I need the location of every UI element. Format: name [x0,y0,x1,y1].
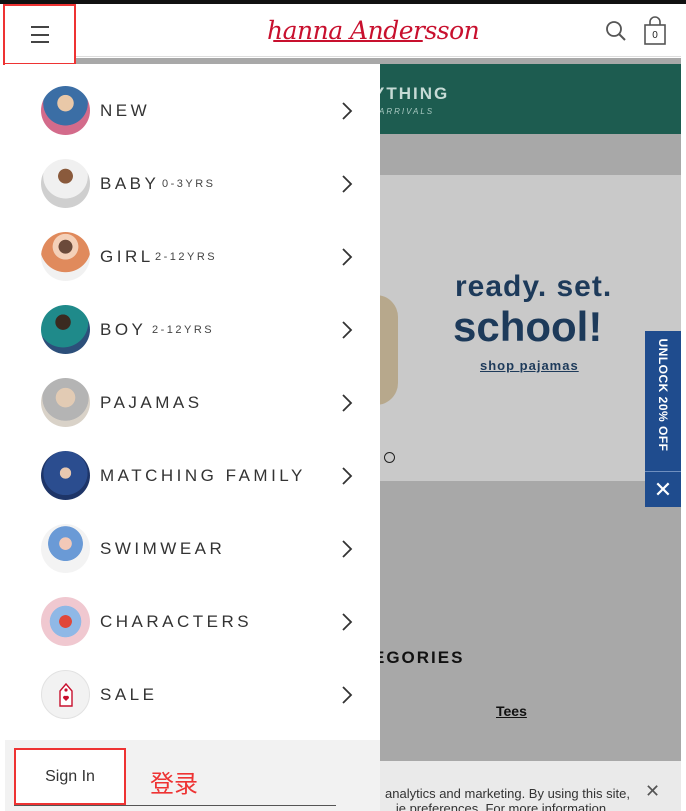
nav-item-swimwear[interactable]: SWIMWEAR [5,512,380,585]
nav-item-girl[interactable]: GIRL 2-12YRS [5,220,380,293]
nav-item-label: SALE [100,684,158,704]
nav-item-age-range: 2-12YRS [155,250,218,263]
chevron-right-icon [342,247,353,266]
cart-count: 0 [652,30,658,41]
nav-item-sale[interactable]: SALE [5,658,380,731]
nav-item-label: NEW [100,100,151,120]
nav-item-label: PAJAMAS [100,392,203,412]
nav-item-boy[interactable]: BOY 2-12YRS [5,293,380,366]
close-icon[interactable]: ✕ [645,781,660,802]
chevron-right-icon [342,685,353,704]
cookie-text: analytics and marketing. By using this s… [385,786,630,811]
categories-heading: EGORIES [373,648,465,667]
drawer-footer: Sign In 登录 [5,740,380,811]
category-list: NEW BABY 0-3YRS GIRL 2-12YRS BOY 2-12YRS… [5,74,380,731]
girl-thumbnail [41,232,90,281]
carousel-dot[interactable] [384,452,395,463]
promo-title: YTHING [373,84,450,103]
baby-thumbnail [41,159,90,208]
shop-pajamas-link[interactable]: shop pajamas [480,358,579,373]
tees-link[interactable]: Tees [496,703,527,719]
unlock-offer-tab[interactable]: UNLOCK 20% OFF ✕ [645,331,681,507]
hero-headline: ready. set. [455,270,613,303]
boy-thumbnail [41,305,90,354]
nav-item-label: BOY [100,319,147,339]
nav-item-age-range: 2-12YRS [152,323,215,336]
nav-item-label: BABY [100,173,160,193]
nav-item-label: CHARACTERS [100,611,253,631]
unlock-offer-label: UNLOCK 20% OFF [656,338,670,452]
close-icon[interactable]: ✕ [645,471,681,507]
hamburger-icon [30,26,49,43]
new-thumbnail [41,86,90,135]
chevron-right-icon [342,612,353,631]
divider [14,805,336,806]
nav-item-label: GIRL [100,246,154,266]
annotation-label: 登录 [150,771,198,798]
menu-button[interactable] [3,4,76,65]
nav-item-age-range: 0-3YRS [162,177,216,190]
nav-item-baby[interactable]: BABY 0-3YRS [5,147,380,220]
nav-item-characters[interactable]: CHARACTERS [5,585,380,658]
matching-family-thumbnail [41,451,90,500]
search-icon[interactable] [605,20,627,42]
promo-subtitle: ARRIVALS [379,107,435,116]
chevron-right-icon [342,174,353,193]
chevron-right-icon [342,539,353,558]
nav-item-label: SWIMWEAR [100,538,226,558]
sign-in-button[interactable]: Sign In [14,748,126,805]
characters-thumbnail [41,597,90,646]
swimwear-thumbnail [41,524,90,573]
chevron-right-icon [342,393,353,412]
logo-underline [273,40,423,42]
hero-headline-large: school! [453,303,603,350]
nav-drawer: NEW BABY 0-3YRS GIRL 2-12YRS BOY 2-12YRS… [5,64,380,811]
nav-item-label: MATCHING FAMILY [100,465,306,485]
nav-item-matching-family[interactable]: MATCHING FAMILY [5,439,380,512]
shopping-bag-icon[interactable]: 0 [643,16,667,46]
nav-item-new[interactable]: NEW [5,74,380,147]
pajamas-thumbnail [41,378,90,427]
nav-item-pajamas[interactable]: PAJAMAS [5,366,380,439]
site-header: hanna Andersson 0 [5,4,681,57]
chevron-right-icon [342,320,353,339]
sale-tag-icon [41,670,90,719]
chevron-right-icon [342,101,353,120]
chevron-right-icon [342,466,353,485]
